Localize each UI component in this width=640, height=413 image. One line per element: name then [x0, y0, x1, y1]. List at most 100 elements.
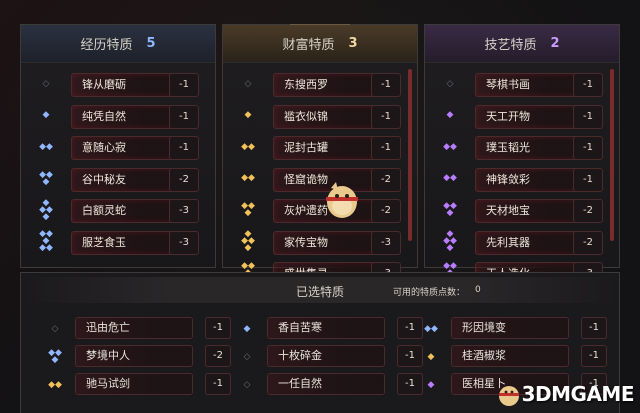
rarity-gem-icon: ◆◆	[443, 141, 457, 152]
rarity-gem-icon: ◆◆	[443, 173, 457, 183]
rarity-gem-icon: ◇	[446, 78, 454, 89]
selected-trait-name: 十枚碎金	[267, 345, 385, 367]
rarity-gem-icon: ◆◆ ◆	[48, 348, 62, 365]
panel-title: 财富特质	[282, 38, 335, 53]
panel-header: 经历特质 5	[21, 25, 215, 63]
selected-column: ◇ 迅由危亡 -1 ◆◆ ◆ 梦境中人 -2 ◆◆ 驰马试剑 -1	[45, 317, 231, 401]
selected-trait-cost: -1	[581, 317, 607, 339]
trait-name: 璞玉韬光	[475, 136, 583, 160]
trait-name: 锋从磨砺	[71, 73, 179, 97]
trait-row[interactable]: ◆ 褴衣似锦 -1	[223, 104, 417, 131]
selected-trait-name: 一任自然	[267, 373, 385, 395]
selected-trait-row[interactable]: ◇ 迅由危亡 -1	[45, 317, 231, 341]
trait-row[interactable]: ◆ ◆◆ ◆ 白额灵蛇 -3	[21, 197, 215, 225]
selected-column: ◆ 香自苦寒 -1 ◇ 十枚碎金 -1 ◇ 一任自然 -1	[237, 317, 423, 401]
rarity-gem-icon: ◆◆ ◆	[241, 201, 255, 218]
trait-cost: -1	[371, 73, 401, 97]
rarity-gem-icon: ◆ ◆◆ ◆	[241, 229, 255, 253]
rarity-gem-icon: ◆◆	[39, 141, 53, 152]
rarity-gem-icon: ◆	[243, 323, 251, 334]
rarity-gem-icon: ◆◆	[241, 173, 255, 183]
selected-trait-name: 香自苦寒	[267, 317, 385, 339]
trait-name: 纯凭自然	[71, 104, 179, 129]
selected-trait-row[interactable]: ◆◆ ◆ 梦境中人 -2	[45, 345, 231, 369]
panel-wealth-traits: 财富特质 3 ◇ 东搜西罗 -1 ◆ 褴衣似锦 -1 ◆◆ 泥封古罐 -1 ◆◆ 怪窟诡物 -2 ◆◆ ◆…	[222, 24, 418, 286]
trait-name: 神锋敛彩	[475, 167, 583, 192]
selected-trait-cost: -1	[205, 373, 231, 395]
trait-row[interactable]: ◆◆ 璞玉韬光 -1	[425, 136, 619, 162]
scrollbar[interactable]	[408, 69, 412, 241]
trait-cost: -1	[573, 167, 603, 192]
rarity-gem-icon: ◇	[244, 78, 252, 89]
trait-name: 服芝食玉	[71, 230, 179, 255]
panel-title: 经历特质	[80, 38, 133, 53]
trait-name: 泥封古罐	[273, 136, 381, 160]
trait-name: 谷中秘友	[71, 167, 179, 192]
trait-cost: -3	[169, 199, 199, 223]
trait-cost: -1	[169, 104, 199, 129]
panel-title: 技艺特质	[484, 38, 537, 53]
trait-row[interactable]: ◆◆ ◆ 灰炉遗药 -2	[223, 199, 417, 225]
panel-count: 2	[550, 36, 560, 51]
trait-row[interactable]: ◆◆ ◆ 谷中秘友 -2	[21, 167, 215, 194]
rarity-gem-icon: ◆	[446, 110, 454, 120]
points-label: 可用的特质点数：	[393, 288, 466, 298]
trait-name: 褴衣似锦	[273, 104, 381, 129]
rarity-gem-icon: ◆ ◆◆ ◆	[39, 197, 53, 222]
selected-title: 已选特质	[296, 285, 345, 299]
selected-trait-row[interactable]: ◇ 十枚碎金 -1	[237, 345, 423, 369]
trait-row[interactable]: ◇ 琴棋书画 -1	[425, 73, 619, 99]
panel-count: 3	[348, 36, 358, 51]
rarity-gem-icon: ◆	[427, 379, 435, 390]
selected-trait-row[interactable]: ◆ 桂酒椒浆 -1	[421, 345, 607, 369]
watermark: 3DMGAME	[496, 379, 635, 409]
trait-cost: -2	[169, 167, 199, 192]
trait-name: 意随心寂	[71, 136, 179, 160]
selected-trait-row[interactable]: ◆ 香自苦寒 -1	[237, 317, 423, 341]
rarity-gem-icon: ◇	[243, 379, 251, 390]
trait-row[interactable]: ◆◆ 意随心寂 -1	[21, 136, 215, 162]
scrollbar[interactable]	[610, 69, 614, 241]
trait-cost: -2	[371, 199, 401, 223]
trait-cost: -1	[371, 104, 401, 129]
trait-cost: -1	[169, 73, 199, 97]
trait-cost: -1	[573, 136, 603, 160]
selected-trait-name: 形因境变	[451, 317, 569, 339]
trait-row[interactable]: ◆ ◆◆ ◆ 先利其器 -2	[425, 229, 619, 257]
trait-cost: -1	[169, 136, 199, 160]
trait-row[interactable]: ◆◆ 泥封古罐 -1	[223, 136, 417, 162]
panel-skill-traits: 技艺特质 2 ◇ 琴棋书画 -1 ◆ 天工开物 -1 ◆◆ 璞玉韬光 -1 ◆◆ 神锋敛彩 -1 ◆◆ ◆…	[424, 24, 620, 286]
trait-row[interactable]: ◆ 纯凭自然 -1	[21, 104, 215, 131]
selected-trait-cost: -2	[205, 345, 231, 367]
trait-cost: -3	[169, 230, 199, 255]
trait-name: 东搜西罗	[273, 73, 381, 97]
trait-row[interactable]: ◆◆ 怪窟诡物 -2	[223, 167, 417, 194]
selected-trait-cost: -1	[581, 345, 607, 367]
rarity-gem-icon: ◆	[244, 110, 252, 120]
rarity-gem-icon: ◆◆ ◆	[443, 201, 457, 218]
selected-trait-name: 驰马试剑	[75, 373, 193, 395]
selected-trait-cost: -1	[397, 345, 423, 367]
panel-experience-traits: 经历特质 5 ◇ 锋从磨砺 -1 ◆ 纯凭自然 -1 ◆◆ 意随心寂 -1 ◆◆ ◆ 谷中秘友 -2 ◆ ◆…	[20, 24, 216, 268]
rarity-gem-icon: ◇	[243, 351, 251, 362]
trait-name: 天工开物	[475, 104, 583, 129]
trait-name: 天材地宝	[475, 199, 583, 223]
trait-list: ◇ 锋从磨砺 -1 ◆ 纯凭自然 -1 ◆◆ 意随心寂 -1 ◆◆ ◆ 谷中秘友 -2 ◆ ◆◆ ◆ 白额灵蛇 -…	[21, 73, 215, 262]
trait-row[interactable]: ◆ ◆◆ ◆ 家传宝物 -3	[223, 229, 417, 257]
rarity-gem-icon: ◆ ◆◆ ◆	[443, 229, 457, 253]
selected-trait-row[interactable]: ◇ 一任自然 -1	[237, 373, 423, 397]
trait-row[interactable]: ◆◆ ◆ 天材地宝 -2	[425, 199, 619, 225]
trait-row[interactable]: ◇ 锋从磨砺 -1	[21, 73, 215, 99]
trait-name: 先利其器	[475, 230, 583, 255]
trait-row[interactable]: ◇ 东搜西罗 -1	[223, 73, 417, 99]
selected-trait-row[interactable]: ◆◆ 形因境变 -1	[421, 317, 607, 341]
rarity-gem-icon: ◇	[42, 78, 50, 89]
rarity-gem-icon: ◆	[427, 351, 435, 362]
trait-cost: -1	[573, 73, 603, 97]
points-value: 0	[475, 285, 481, 295]
selected-trait-row[interactable]: ◆◆ 驰马试剑 -1	[45, 373, 231, 397]
trait-row[interactable]: ◆◆ 神锋敛彩 -1	[425, 167, 619, 194]
trait-row[interactable]: ◆◆ ◆ ◆◆ 服芝食玉 -3	[21, 230, 215, 257]
trait-row[interactable]: ◆ 天工开物 -1	[425, 104, 619, 131]
mascot-logo-icon	[498, 386, 519, 406]
